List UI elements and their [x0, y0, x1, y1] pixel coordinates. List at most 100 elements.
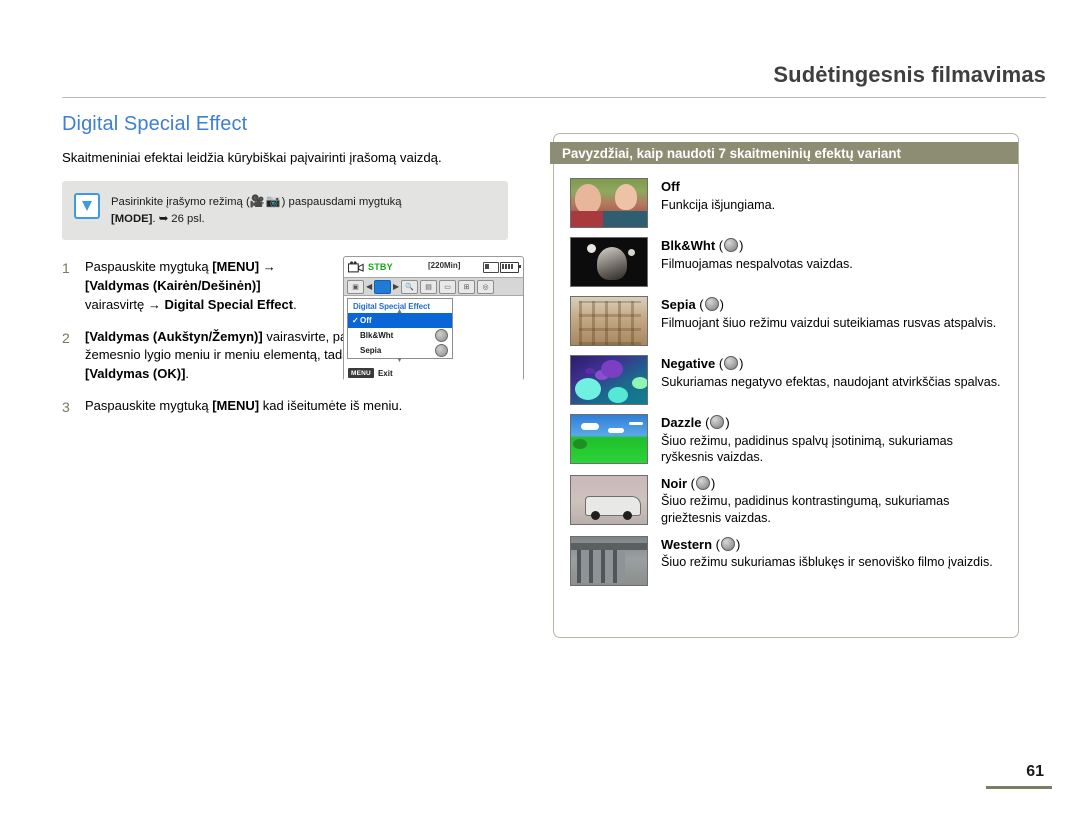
step-run: vairasvirtę → — [85, 296, 165, 312]
lcd-time-remaining: [220Min] — [428, 261, 461, 270]
effect-icon-parens: () — [687, 475, 716, 491]
tab-display-icon[interactable]: ▭ — [439, 279, 456, 294]
lcd-menu-item-blkwht[interactable]: Blk&Wht — [348, 328, 452, 343]
step-number: 3 — [62, 399, 70, 416]
lcd-exit-hint: MENU Exit — [348, 368, 393, 378]
step-run: . — [185, 366, 190, 382]
effect-icon — [704, 297, 719, 311]
page-title: Digital Special Effect — [62, 113, 248, 135]
step-run: kad išeitumėte iš meniu. — [259, 398, 403, 414]
lcd-menu-item-sepia[interactable]: ▼ Sepia — [348, 343, 452, 364]
sepia-building-thumb — [570, 296, 648, 346]
scroll-down-caret-icon[interactable]: ▼ — [396, 357, 403, 364]
tab-settings-icon[interactable]: ◎ — [477, 279, 494, 294]
effect-text: Sepia () Filmuojant šiuo režimu vaizdui s… — [661, 296, 996, 331]
lcd-menu-item-label: Blk&Wht — [360, 331, 394, 340]
tab-left-arrow-icon[interactable]: ◀ — [366, 282, 372, 291]
step-text: Paspauskite mygtuką [MENU] → [Valdymas (… — [85, 258, 313, 315]
negative-flowers-thumb — [570, 355, 648, 405]
step-number: 2 — [62, 329, 70, 346]
effect-description: Šiuo režimu sukuriamas išblukęs ir senov… — [661, 555, 993, 570]
step-emphasis: Digital Special Effect — [164, 296, 294, 312]
tab-camera-icon[interactable]: ▣ — [347, 279, 364, 294]
effect-text: Western () Šiuo režimu sukuriamas išblukę… — [661, 536, 993, 571]
footer-rule — [986, 786, 1052, 789]
check-icon: ✓ — [352, 316, 359, 325]
effect-item: Negative () Sukuriamas negatyvo efektas, … — [570, 355, 1004, 405]
battery-icon — [500, 262, 521, 273]
lcd-menu-panel: Digital Special Effect ▲ ✓ Off Blk&Wht ▼… — [347, 298, 453, 364]
effect-name: Blk&Wht () — [661, 238, 853, 254]
menu-button-badge: MENU — [348, 368, 374, 378]
step-emphasis: [MENU] — [212, 259, 260, 275]
noir-car-thumb — [570, 474, 648, 525]
effect-name-label: Blk&Wht — [661, 238, 716, 253]
step-run: → — [259, 259, 276, 275]
memory-card-icon — [483, 262, 499, 273]
tab-palette-icon[interactable] — [374, 279, 391, 294]
camcorder-mode-icon — [348, 261, 364, 273]
examples-panel: Pavyzdžiai, kaip naudoti 7 skaitmeninių … — [550, 133, 1019, 638]
effect-icon — [710, 415, 725, 429]
effect-icon — [724, 238, 739, 252]
effect-name-label: Sepia — [661, 297, 696, 312]
step-run: Paspauskite mygtuką — [85, 259, 213, 275]
children-photo-thumb — [570, 178, 648, 228]
effect-description: Funkcija išjungiama. — [661, 197, 776, 212]
step-number: 1 — [62, 260, 70, 277]
check-badge-icon — [74, 193, 100, 220]
lcd-screen-illustration: STBY [220Min] ▣ ◀ ▶ 🔍 ▤ ▭ ⊞ ◎ Digital Sp… — [343, 256, 524, 381]
step-emphasis: [Valdymas (Aukštyn/Žemyn)] — [85, 328, 263, 344]
effect-item: Noir () Šiuo režimu, padidinus kontrastin… — [570, 474, 1004, 527]
effect-item: Blk&Wht () Filmuojamas nespalvotas vaizda… — [570, 237, 1004, 287]
effect-name-label: Western — [661, 536, 713, 552]
effect-text: Off Funkcija išjungiama. — [661, 178, 775, 213]
step-run: . — [293, 296, 297, 312]
effect-icon — [721, 536, 736, 551]
effect-icon — [435, 329, 448, 342]
effect-description: Filmuojant šiuo režimu vaizdui suteikiam… — [661, 315, 997, 330]
effect-icon — [435, 344, 448, 357]
effect-name: Dazzle () — [661, 415, 1004, 431]
effect-description: Sukuriamas negatyvo efektas, naudojant a… — [661, 374, 1001, 389]
effect-icon-parens: () — [695, 297, 724, 312]
note-text: Pasirinkite įrašymo režimą (🎥📷) paspausd… — [111, 192, 402, 228]
camera-icon: 📷 — [265, 194, 282, 209]
effect-name-label: Off — [661, 179, 680, 194]
lcd-status-bar: STBY [220Min] — [344, 257, 523, 277]
tab-grid-icon[interactable]: ⊞ — [458, 279, 475, 294]
lcd-menu-item-off[interactable]: ▲ ✓ Off — [348, 308, 452, 328]
tab-zoom-icon[interactable]: 🔍 — [401, 279, 418, 294]
lcd-menu-item-label: Sepia — [360, 346, 382, 355]
scroll-up-caret-icon[interactable]: ▲ — [396, 308, 403, 315]
tab-right-arrow-icon[interactable]: ▶ — [393, 282, 399, 291]
effect-item: Dazzle () Šiuo režimu, padidinus spalvų į… — [570, 414, 1004, 466]
effect-text: Blk&Wht () Filmuojamas nespalvotas vaizda… — [661, 237, 853, 272]
note-line1-after: ) paspausdami mygtuką — [281, 196, 402, 209]
black-white-portrait-thumb — [570, 237, 648, 287]
effects-list: Off Funkcija išjungiama. Blk&Wht () Filmuoj… — [570, 178, 1004, 595]
tab-portrait-icon[interactable]: ▤ — [420, 279, 437, 294]
effect-name-label: Dazzle — [661, 415, 702, 430]
effect-description: Šiuo režimu, padidinus kontrastingumą, s… — [661, 494, 950, 526]
exit-label: Exit — [377, 368, 393, 378]
effect-text: Dazzle () Šiuo režimu, padidinus spalvų į… — [661, 414, 1004, 466]
step-emphasis: [Valdymas (Kairėn/Dešinėn)] — [85, 277, 261, 293]
note-mode-button-label: [MODE] — [111, 213, 153, 226]
effect-item: Western () Šiuo režimu sukuriamas išblukę… — [570, 535, 1004, 586]
step-text: Paspauskite mygtuką [MENU] kad išeitumėt… — [85, 397, 515, 417]
effect-name: Noir () — [661, 475, 1004, 492]
manual-page: Sudėtingesnis filmavimas Digital Special… — [0, 0, 1080, 825]
effect-text: Noir () Šiuo režimu, padidinus kontrastin… — [661, 475, 1004, 527]
effect-icon-parens: () — [701, 415, 730, 430]
effect-description: Filmuojamas nespalvotas vaizdas. — [661, 256, 853, 271]
effect-description: Šiuo režimu, padidinus spalvų įsotinimą,… — [661, 433, 953, 465]
effect-name: Sepia () — [661, 297, 996, 313]
effect-item: Off Funkcija išjungiama. — [570, 178, 1004, 228]
chapter-title: Sudėtingesnis filmavimas — [773, 62, 1046, 87]
effect-name-label: Noir — [661, 475, 687, 491]
page-number: 61 — [1026, 763, 1044, 780]
western-street-thumb — [570, 535, 648, 586]
effect-icon-parens: () — [715, 356, 744, 371]
effect-name: Negative () — [661, 356, 1001, 372]
